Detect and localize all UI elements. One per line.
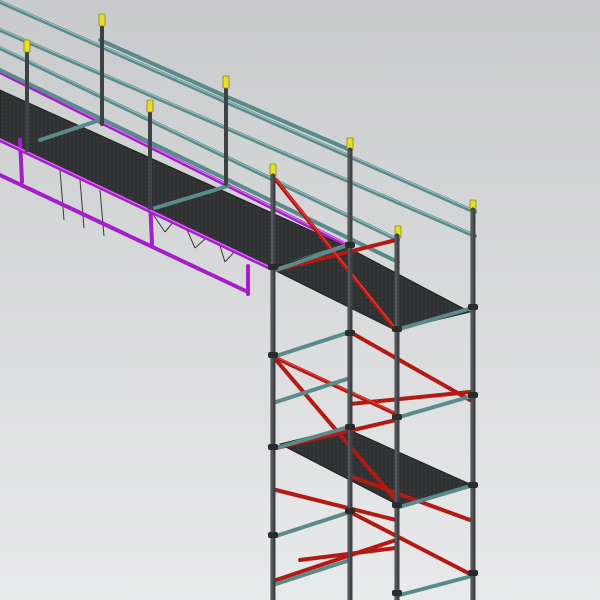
scaffold-scene	[0, 0, 600, 600]
scaffold-render-viewport	[0, 0, 600, 600]
